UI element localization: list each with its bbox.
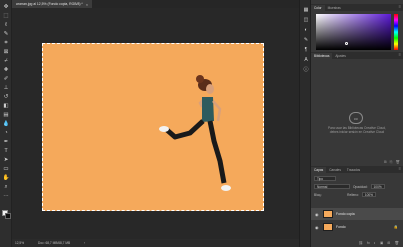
- lock-row: Bloq.: Relleno: 100%: [314, 191, 400, 198]
- frame-tool-icon[interactable]: ⊠: [2, 49, 10, 56]
- tab-libraries[interactable]: Bibliotecas: [311, 53, 333, 59]
- libraries-signin-message: Para usar las Bibliotecas Creative Cloud…: [328, 126, 386, 135]
- paragraph-panel-icon[interactable]: ¶: [302, 46, 310, 53]
- tools-panel: ✥ ⬚ ℓ ✎ ⌗ ⊠ ⌿ ✚ ✐ ⊥ ↺ ◧ ▤ 💧 ◔ ✒ T ➤ ▭ ✋ ⌕ ···: [0, 0, 12, 247]
- color-panel-menu-icon[interactable]: ≡: [399, 4, 401, 9]
- brush-tool-icon[interactable]: ✐: [2, 76, 10, 83]
- clone-stamp-tool-icon[interactable]: ⊥: [2, 85, 10, 92]
- libraries-panel-tabs: Bibliotecas Ajustes: [311, 52, 403, 59]
- brushes-panel-icon[interactable]: ✎: [302, 36, 310, 43]
- lock-label: Bloq.:: [314, 192, 323, 197]
- new-library-icon[interactable]: ⊞: [384, 160, 387, 164]
- delete-library-icon[interactable]: 🗑: [396, 160, 400, 164]
- info-panel-icon[interactable]: ⓘ: [302, 66, 310, 73]
- tab-channels[interactable]: Canales: [326, 167, 344, 173]
- status-arrow-icon[interactable]: ›: [84, 241, 85, 245]
- document-size: Doc: 68,7 MB/68,7 MB: [38, 241, 71, 245]
- libraries-footer: ⊞ ⎘ 🗑: [311, 158, 403, 165]
- eyedropper-tool-icon[interactable]: ⌿: [2, 58, 10, 65]
- document-tab-title: woman.jpg al 12,5% (Fondo copia, RGB/8) …: [16, 2, 83, 6]
- layer-row-fondo[interactable]: ◉ Fondo 🔒: [311, 221, 403, 233]
- close-tab-icon[interactable]: ×: [86, 2, 88, 7]
- hue-slider[interactable]: [394, 14, 398, 50]
- pen-tool-icon[interactable]: ✒: [2, 139, 10, 146]
- blend-mode-select[interactable]: Normal: [314, 184, 350, 189]
- opacity-field[interactable]: 100%: [370, 184, 385, 189]
- layers-footer: ⛓ fx ◐ ▣ ⊞ 🗑: [311, 241, 403, 247]
- document-tab[interactable]: woman.jpg al 12,5% (Fondo copia, RGB/8) …: [12, 0, 93, 8]
- opacity-value: 100%: [373, 184, 382, 189]
- fill-value: 100%: [364, 192, 374, 197]
- background-color-swatch[interactable]: [5, 213, 11, 219]
- marquee-tool-icon[interactable]: ⬚: [2, 13, 10, 20]
- hand-tool-icon[interactable]: ✋: [2, 175, 10, 182]
- glyphs-panel-icon[interactable]: A: [302, 56, 310, 63]
- tab-paths[interactable]: Trazados: [344, 167, 363, 173]
- visibility-eye-icon[interactable]: ◉: [315, 212, 320, 217]
- layers-panel-menu-icon[interactable]: ≡: [399, 166, 401, 171]
- delete-layer-icon[interactable]: 🗑: [394, 241, 399, 247]
- document-canvas-image[interactable]: [42, 43, 264, 211]
- fill-label: Relleno:: [347, 192, 359, 197]
- zoom-tool-icon[interactable]: ⌕: [2, 184, 10, 191]
- right-panels: Color Muestras ≡ Bibliotecas Ajustes ≡ c…: [311, 0, 403, 247]
- layer-filter-label: Tipo: [317, 176, 324, 181]
- layer-filter-select[interactable]: Tipo: [314, 176, 336, 181]
- tab-color[interactable]: Color: [311, 5, 325, 11]
- fill-field[interactable]: 100%: [361, 192, 376, 197]
- eraser-tool-icon[interactable]: ◧: [2, 103, 10, 110]
- document-tab-bar: woman.jpg al 12,5% (Fondo copia, RGB/8) …: [12, 0, 299, 8]
- shape-tool-icon[interactable]: ▭: [2, 166, 10, 173]
- creative-cloud-icon: cc: [349, 112, 363, 124]
- zoom-level[interactable]: 12,5%: [15, 241, 24, 245]
- layer-name: Fondo copia: [336, 212, 355, 216]
- more-tools-icon[interactable]: ···: [2, 193, 10, 200]
- tab-swatches[interactable]: Muestras: [325, 5, 344, 11]
- color-picker-field[interactable]: [316, 14, 391, 50]
- layer-filter-row: Tipo: [314, 175, 400, 182]
- layers-panel: Capas Canales Trazados ≡ Tipo Normal Opa…: [311, 166, 403, 247]
- blend-row: Normal Opacidad: 100%: [314, 183, 400, 190]
- visibility-eye-icon[interactable]: ◉: [315, 225, 320, 230]
- type-tool-icon[interactable]: T: [2, 148, 10, 155]
- crop-tool-icon[interactable]: ⌗: [2, 40, 10, 47]
- layers-panel-tabs: Capas Canales Trazados: [311, 166, 403, 173]
- status-bar: 12,5% Doc: 68,7 MB/68,7 MB ›: [12, 239, 299, 247]
- opacity-label: Opacidad:: [353, 184, 368, 189]
- lasso-tool-icon[interactable]: ℓ: [2, 22, 10, 29]
- add-content-icon[interactable]: ⎘: [390, 160, 393, 164]
- libraries-panel-menu-icon[interactable]: ≡: [399, 52, 401, 57]
- tab-layers[interactable]: Capas: [311, 167, 327, 173]
- jumping-woman-photo: [159, 75, 231, 191]
- path-select-tool-icon[interactable]: ➤: [2, 157, 10, 164]
- adjustment-layer-icon[interactable]: ◐: [374, 241, 376, 247]
- quick-select-tool-icon[interactable]: ✎: [2, 31, 10, 38]
- layer-name: Fondo: [336, 225, 346, 229]
- tab-adjustments[interactable]: Ajustes: [332, 53, 348, 59]
- properties-panel-icon[interactable]: ◫: [302, 16, 310, 23]
- gradient-tool-icon[interactable]: ▤: [2, 112, 10, 119]
- canvas-area[interactable]: [12, 8, 299, 239]
- blend-mode-value: Normal: [317, 184, 328, 189]
- healing-brush-tool-icon[interactable]: ✚: [2, 67, 10, 74]
- color-picker-cursor[interactable]: [345, 42, 348, 45]
- layer-thumbnail: [323, 223, 333, 231]
- history-panel-icon[interactable]: ▦: [302, 6, 310, 13]
- collapsed-panels-strip: ▦ ◫ ◐ ✎ ¶ Aⓘ: [299, 0, 311, 247]
- adjust-panel-icon[interactable]: ◐: [302, 26, 310, 33]
- layer-mask-icon[interactable]: ▣: [380, 241, 383, 247]
- color-panel-tabs: Color Muestras: [311, 4, 403, 11]
- move-tool-icon[interactable]: ✥: [2, 4, 10, 11]
- history-brush-tool-icon[interactable]: ↺: [2, 94, 10, 101]
- layer-style-icon[interactable]: fx: [367, 241, 370, 247]
- link-layers-icon[interactable]: ⛓: [358, 241, 363, 247]
- dodge-tool-icon[interactable]: ◔: [2, 130, 10, 137]
- new-layer-icon[interactable]: ⊞: [387, 241, 390, 247]
- layer-thumbnail: [323, 210, 333, 218]
- blur-tool-icon[interactable]: 💧: [2, 121, 10, 128]
- layer-row-fondo-copia[interactable]: ◉ Fondo copia: [311, 208, 403, 220]
- lock-icon: 🔒: [393, 225, 398, 229]
